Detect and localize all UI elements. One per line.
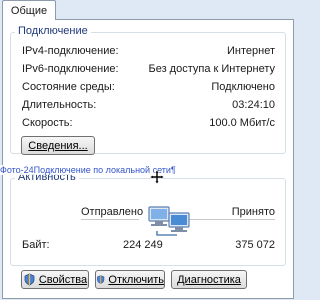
diagnose-button[interactable]: Диагностика (171, 270, 247, 289)
speed-row: Скорость: 100.0 Мбит/с (22, 117, 275, 131)
media-state-value: Подключено (211, 81, 275, 93)
duration-row: Длительность: 03:24:10 (22, 99, 275, 113)
received-label: Принято (231, 206, 275, 218)
ipv6-value: Без доступа к Интернету (148, 63, 275, 75)
tab-general[interactable]: Общие (2, 0, 56, 20)
details-button[interactable]: Сведения... (21, 136, 95, 155)
shield-icon (97, 275, 105, 284)
speed-value: 100.0 Мбит/с (209, 117, 275, 129)
bytes-received-value: 375 072 (235, 239, 275, 251)
duration-label: Длительность: (22, 99, 97, 111)
properties-button-label: Свойства (38, 273, 88, 286)
properties-button[interactable]: Свойства (21, 270, 89, 289)
disable-button-label: Отключить (108, 273, 164, 286)
ipv6-row: IPv6-подключение: Без доступа к Интернет… (22, 63, 275, 77)
ipv4-row: IPv4-подключение: Интернет (22, 45, 275, 59)
ipv6-label: IPv6-подключение: (22, 63, 119, 75)
details-button-label: Сведения... (28, 139, 88, 152)
sent-line (81, 219, 139, 220)
bytes-label: Байт: (22, 239, 50, 251)
speed-label: Скорость: (22, 117, 73, 129)
ipv4-label: IPv4-подключение: (22, 45, 119, 57)
bytes-sent-value: 224 249 (123, 239, 163, 251)
diagnose-button-label: Диагностика (177, 273, 241, 286)
tab-general-label: Общие (10, 4, 48, 17)
move-cursor-icon (150, 170, 164, 184)
general-panel: Подключение IPv4-подключение: Интернет I… (2, 19, 294, 299)
received-line (189, 219, 275, 220)
connection-section: Подключение IPv4-подключение: Интернет I… (10, 25, 286, 155)
connection-legend: Подключение (15, 25, 91, 37)
sent-label: Отправлено (81, 206, 144, 218)
network-activity-icon (148, 206, 190, 236)
disable-button[interactable]: Отключить (95, 270, 165, 289)
media-state-label: Состояние среды: (22, 81, 115, 93)
ipv4-value: Интернет (227, 45, 275, 57)
media-state-row: Состояние среды: Подключено (22, 81, 275, 95)
shield-icon (24, 273, 35, 286)
duration-value: 03:24:10 (232, 99, 275, 111)
activity-section: Активность Отправлено Принято Байт: 224 … (10, 171, 286, 266)
